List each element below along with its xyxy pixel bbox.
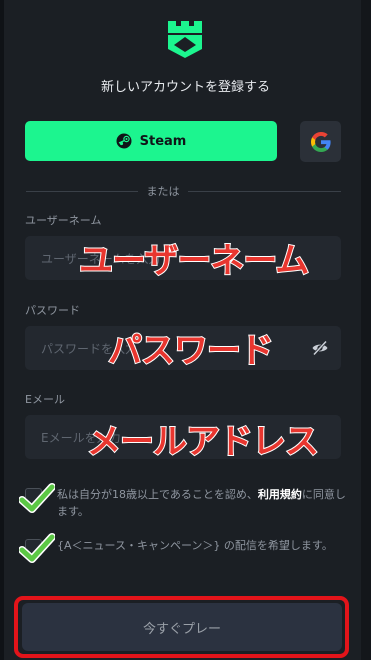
terms-link[interactable]: 利用規約: [258, 488, 302, 501]
email-annotation: メールアドレス: [86, 421, 320, 463]
left-edge: [0, 0, 4, 660]
green-check-icon: [19, 483, 55, 513]
password-label: パスワード: [25, 304, 80, 317]
green-check-icon: [19, 533, 55, 563]
right-edge: [361, 0, 371, 660]
password-annotation: パスワード: [107, 330, 275, 372]
play-now-button[interactable]: 今すぐプレー: [22, 603, 342, 651]
page-title: 新しいアカウントを登録する: [100, 80, 270, 95]
steam-login-button[interactable]: Steam: [25, 121, 277, 161]
steam-label: Steam: [139, 133, 187, 149]
divider-left: [26, 191, 138, 192]
steam-icon: [116, 133, 132, 149]
castle-logo-icon: [168, 21, 202, 58]
or-text: または: [146, 185, 180, 198]
divider-right: [188, 191, 341, 192]
eye-off-icon[interactable]: [311, 339, 329, 357]
username-label: ユーザーネーム: [25, 214, 102, 227]
username-annotation: ユーザーネーム: [78, 240, 310, 282]
age-consent-text: 私は自分が18歳以上であることを認め、利用規約に同意します。: [57, 486, 353, 520]
google-login-button[interactable]: [300, 121, 341, 162]
newsletter-text: {A＜ニュース・キャンペーン＞} の配信を希望します。: [57, 539, 333, 552]
age-consent-pre: 私は自分が18歳以上であることを認め、: [57, 488, 258, 501]
google-icon: [310, 131, 331, 152]
email-label: Eメール: [25, 393, 65, 406]
